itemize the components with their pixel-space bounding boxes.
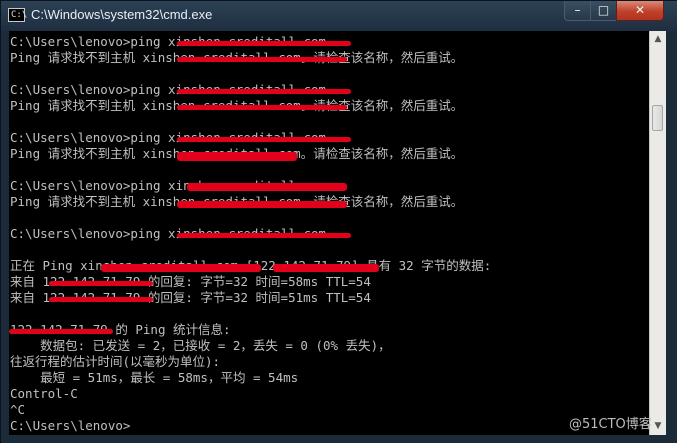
console-line: 往返行程的估计时间(以毫秒为单位): bbox=[10, 354, 221, 369]
console-line: 数据包: 已发送 = 2，已接收 = 2，丢失 = 0 (0% 丢失)， bbox=[10, 338, 391, 353]
minimize-button[interactable]: – bbox=[564, 1, 591, 21]
redaction-mark bbox=[49, 281, 153, 286]
redaction-mark bbox=[101, 264, 261, 272]
console-line: C:\Users\lenovo> bbox=[10, 418, 131, 433]
redaction-mark bbox=[177, 41, 351, 46]
console-line: Control-C bbox=[10, 386, 78, 401]
redaction-mark bbox=[177, 201, 347, 208]
watermark-text: @51CTO博客 bbox=[569, 417, 652, 432]
maximize-button[interactable]: □ bbox=[590, 1, 617, 21]
window-frame-right bbox=[666, 31, 677, 442]
scroll-up-icon[interactable]: ▲ bbox=[650, 31, 666, 48]
vertical-scrollbar[interactable]: ▲ ▼ bbox=[649, 31, 666, 435]
redaction-mark bbox=[177, 89, 351, 94]
cmd-window: C:\ C:\Windows\system32\cmd.exe – □ ✕ C:… bbox=[0, 0, 677, 443]
redaction-mark bbox=[9, 329, 113, 334]
redaction-mark bbox=[177, 137, 351, 142]
redaction-mark bbox=[177, 105, 347, 110]
close-button[interactable]: ✕ bbox=[616, 1, 664, 21]
scroll-down-icon[interactable]: ▼ bbox=[650, 418, 666, 435]
redaction-mark bbox=[273, 264, 379, 272]
console-line: 最短 = 51ms，最长 = 58ms，平均 = 54ms bbox=[10, 370, 299, 385]
redaction-mark bbox=[177, 57, 347, 62]
redaction-mark bbox=[187, 183, 347, 191]
redaction-mark bbox=[177, 233, 351, 238]
scrollbar-thumb[interactable] bbox=[652, 105, 663, 131]
cmd-icon-label: C:\ bbox=[11, 10, 28, 20]
cmd-app-icon[interactable]: C:\ bbox=[8, 8, 28, 22]
redaction-mark bbox=[177, 152, 297, 161]
console-line: ^C bbox=[10, 402, 26, 417]
window-title: C:\Windows\system32\cmd.exe bbox=[31, 7, 213, 22]
console-output[interactable]: C:\Users\lenovo>ping xinshen.creditall.c… bbox=[9, 31, 649, 435]
redaction-mark bbox=[49, 297, 153, 302]
